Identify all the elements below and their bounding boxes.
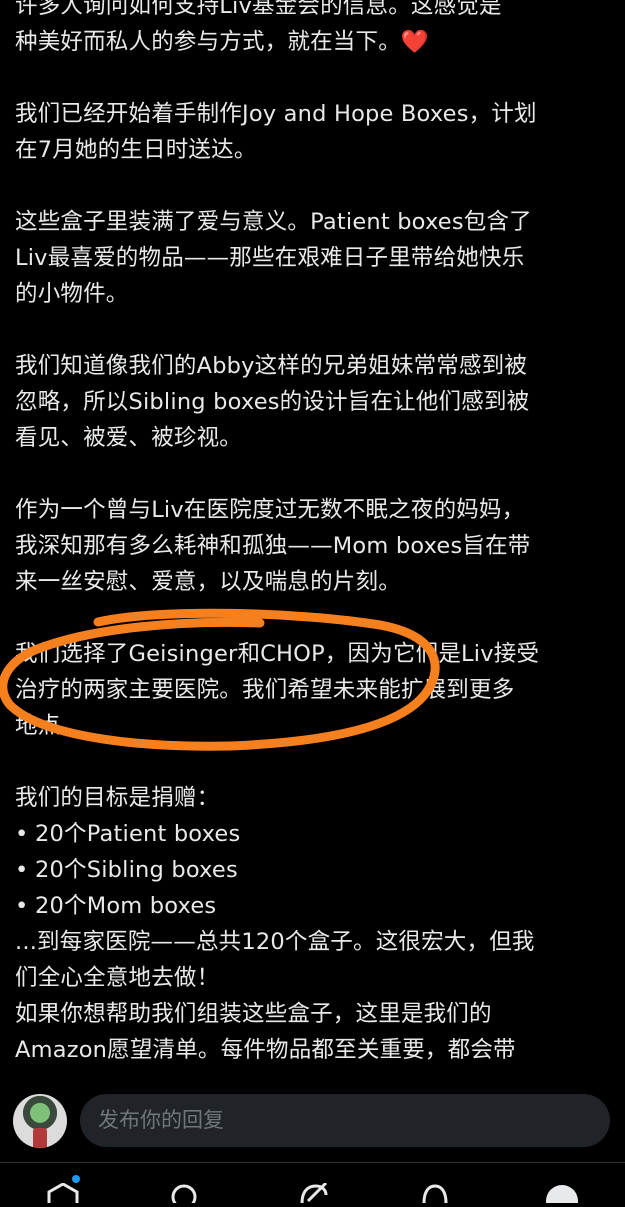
bullet-icon: •: [15, 821, 29, 847]
text-line: 许多人询问如何支持Liv基金会的信息。这感觉是: [15, 0, 502, 19]
text-line: 来一丝安慰、爱意，以及喘息的片刻。: [15, 569, 401, 595]
text-line: 地点。: [15, 713, 84, 739]
text-line: 如果你想帮助我们组装这些盒子，这里是我们的: [15, 1001, 492, 1027]
text-line: 这些盒子里装满了爱与意义。Patient boxes包含了: [15, 209, 532, 235]
list-item-text: 20个Sibling boxes: [35, 857, 238, 883]
text-line: ...到每家医院——总共120个盒子。这很宏大，但我: [15, 929, 535, 955]
list-item-text: 20个Patient boxes: [35, 821, 241, 847]
grok-icon[interactable]: [296, 1181, 330, 1207]
text-line: Liv最喜爱的物品——那些在艰难日子里带给她快乐: [15, 245, 525, 271]
list-item: • 20个Patient boxes: [15, 816, 613, 852]
bell-icon[interactable]: [420, 1183, 450, 1207]
text-line: 忽略，所以Sibling boxes的设计旨在让他们感到被: [15, 389, 530, 415]
reply-input[interactable]: 发布你的回复: [80, 1094, 610, 1147]
text-line: 我深知那有多么耗神和孤独——Mom boxes旨在带: [15, 533, 531, 559]
text-line: 我们的目标是捐赠：: [15, 785, 220, 811]
paragraph-boxes: 我们已经开始着手制作Joy and Hope Boxes，计划 在7月她的生日时…: [15, 96, 613, 168]
bottom-nav: [0, 1162, 625, 1207]
search-icon[interactable]: [170, 1183, 200, 1207]
text-line: 治疗的两家主要医院。我们希望未来能扩展到更多: [15, 677, 515, 703]
post-body: 许多人询问如何支持Liv基金会的信息。这感觉是 种美好而私人的参与方式，就在当下…: [15, 0, 613, 1068]
paragraph-goal: 我们的目标是捐赠： • 20个Patient boxes • 20个Sibling …: [15, 780, 613, 1068]
bullet-icon: •: [15, 893, 29, 919]
text-line: 我们已经开始着手制作Joy and Hope Boxes，计划: [15, 101, 537, 127]
text-line: 们全心全意地去做！: [15, 965, 220, 991]
avatar[interactable]: [13, 1094, 67, 1148]
bullet-icon: •: [15, 857, 29, 883]
reply-composer: 发布你的回复: [0, 1082, 625, 1162]
text-line: 种美好而私人的参与方式，就在当下。: [15, 29, 401, 55]
heart-icon: ❤️: [400, 29, 430, 55]
list-item-text: 20个Mom boxes: [35, 893, 217, 919]
text-line: 我们知道像我们的Abby这样的兄弟姐妹常常感到被: [15, 353, 528, 379]
text-line: 我们选择了Geisinger和CHOP，因为它们是Liv接受: [15, 641, 540, 667]
paragraph-mom-boxes: 作为一个曾与Liv在医院度过无数不眠之夜的妈妈， 我深知那有多么耗神和孤独——M…: [15, 492, 613, 600]
text-line: 作为一个曾与Liv在医院度过无数不眠之夜的妈妈，: [15, 497, 525, 523]
profile-icon[interactable]: [544, 1183, 580, 1207]
paragraph-hospitals: 我们选择了Geisinger和CHOP，因为它们是Liv接受 治疗的两家主要医院…: [15, 636, 613, 744]
text-line: 看见、被爱、被珍视。: [15, 425, 243, 451]
list-item: • 20个Sibling boxes: [15, 852, 613, 888]
home-icon[interactable]: [46, 1182, 80, 1207]
text-line: Amazon愿望清单。每件物品都至关重要，都会带: [15, 1037, 516, 1063]
paragraph-sibling-boxes: 我们知道像我们的Abby这样的兄弟姐妹常常感到被 忽略，所以Sibling bo…: [15, 348, 613, 456]
new-posts-indicator: [72, 1175, 80, 1183]
text-line: 的小物件。: [15, 281, 129, 307]
paragraph-patient-boxes: 这些盒子里装满了爱与意义。Patient boxes包含了 Liv最喜爱的物品—…: [15, 204, 613, 312]
paragraph-intro: 许多人询问如何支持Liv基金会的信息。这感觉是 种美好而私人的参与方式，就在当下…: [15, 0, 613, 60]
list-item: • 20个Mom boxes: [15, 888, 613, 924]
text-line: 在7月她的生日时送达。: [15, 137, 257, 163]
